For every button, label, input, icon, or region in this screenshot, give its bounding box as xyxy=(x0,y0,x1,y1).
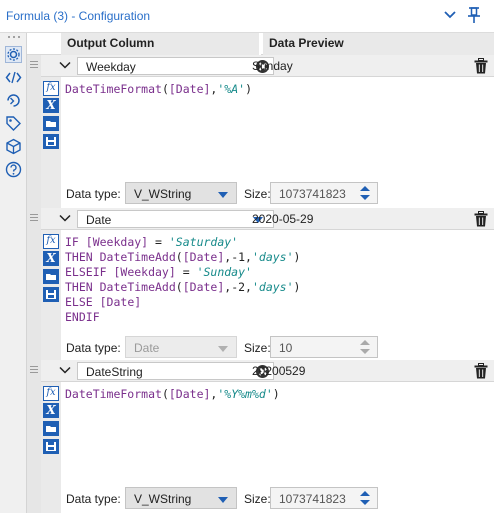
trash-icon[interactable] xyxy=(474,363,488,379)
collapse-chevron-icon[interactable] xyxy=(59,364,71,376)
data-preview-value: 2020-05-29 xyxy=(252,212,314,226)
data-preview-value: Sunday xyxy=(252,59,293,73)
output-column-field[interactable]: Weekday xyxy=(77,57,274,75)
output-column-value: DateString xyxy=(86,365,143,379)
folder-icon[interactable] xyxy=(43,421,59,436)
expression-editor[interactable]: DateTimeFormat([Date],'%A') xyxy=(65,82,252,97)
tool-column xyxy=(41,55,61,208)
data-type-value: V_WString xyxy=(134,187,192,201)
data-type-label: Data type: xyxy=(66,341,121,355)
expression-editor[interactable]: IF [Weekday] = 'Saturday' THEN DateTimeAd… xyxy=(65,235,300,325)
header-output-cell: Output Column xyxy=(61,33,261,55)
spin-buttons-icon[interactable] xyxy=(359,185,371,201)
formula-record: Weekday Sunday fx X DateTimeFormat([Date… xyxy=(27,55,494,208)
collapse-chevron-icon[interactable] xyxy=(59,212,71,224)
size-stepper[interactable]: 1073741823 xyxy=(270,487,378,509)
output-column-field[interactable]: DateString xyxy=(77,362,274,380)
size-value: 1073741823 xyxy=(279,187,346,201)
trash-icon[interactable] xyxy=(474,58,488,74)
data-type-dropdown[interactable]: V_WString xyxy=(125,182,237,204)
output-column-value: Date xyxy=(86,213,112,227)
workflow-icon[interactable] xyxy=(5,92,22,109)
header-data-preview: Data Preview xyxy=(269,36,344,50)
cube-icon[interactable] xyxy=(5,138,22,155)
formula-grid: Output Column Data Preview Weekday Sunda… xyxy=(27,33,494,513)
expression-line: ENDIF xyxy=(65,310,100,324)
code-icon[interactable] xyxy=(5,69,22,86)
folder-icon[interactable] xyxy=(43,116,59,131)
more-dots-icon xyxy=(8,36,20,38)
drag-handle[interactable] xyxy=(27,208,41,363)
header-preview-cell: Data Preview xyxy=(263,33,494,55)
dropdown-arrow-icon xyxy=(218,192,228,198)
expression-line: ELSE [Date] xyxy=(65,295,142,309)
dropdown-arrow-icon xyxy=(218,497,228,503)
window-title: Formula (3) - Configuration xyxy=(6,9,151,23)
data-type-row: Data type: V_WString Size: 1073741823 xyxy=(61,485,494,511)
variables-button[interactable]: X xyxy=(43,403,59,418)
expression-line: DateTimeFormat([Date],'%Y%m%d') xyxy=(65,387,280,401)
formula-record: DateString 20200529 fx X DateTimeFormat(… xyxy=(27,360,494,513)
drag-handle[interactable] xyxy=(27,55,41,208)
record-header: Date 2020-05-29 xyxy=(41,208,494,230)
fx-function-button[interactable]: fx xyxy=(43,234,59,249)
trash-icon[interactable] xyxy=(474,211,488,227)
save-icon[interactable] xyxy=(43,287,59,302)
folder-icon[interactable] xyxy=(43,269,59,284)
help-icon[interactable] xyxy=(5,161,22,178)
gear-icon[interactable] xyxy=(5,46,22,63)
size-label: Size: xyxy=(244,187,271,201)
chevron-down-icon[interactable] xyxy=(442,7,458,23)
data-type-label: Data type: xyxy=(66,187,121,201)
variables-button[interactable]: X xyxy=(43,251,59,266)
record-header: Weekday Sunday xyxy=(41,55,494,77)
size-value: 1073741823 xyxy=(279,492,346,506)
size-stepper[interactable]: 1073741823 xyxy=(270,182,378,204)
variables-button[interactable]: X xyxy=(43,98,59,113)
title-bar: Formula (3) - Configuration xyxy=(0,0,494,33)
expression-line: ELSEIF [Weekday] = 'Sunday' xyxy=(65,265,252,279)
save-icon[interactable] xyxy=(43,439,59,454)
record-header: DateString 20200529 xyxy=(41,360,494,382)
expression-line: THEN DateTimeAdd([Date],-2,'days') xyxy=(65,280,301,294)
data-type-dropdown[interactable]: V_WString xyxy=(125,487,237,509)
size-label: Size: xyxy=(244,341,271,355)
fx-function-button[interactable]: fx xyxy=(43,386,59,401)
output-column-value: Weekday xyxy=(86,60,136,74)
size-value: 10 xyxy=(279,341,293,355)
spin-buttons-icon[interactable] xyxy=(359,339,371,355)
header-output-column: Output Column xyxy=(67,36,155,50)
expression-line: IF [Weekday] = 'Saturday' xyxy=(65,235,239,249)
spin-buttons-icon[interactable] xyxy=(359,490,371,506)
sidebar xyxy=(0,33,27,513)
size-label: Size: xyxy=(244,492,271,506)
size-stepper[interactable]: 10 xyxy=(270,336,378,358)
tag-icon[interactable] xyxy=(5,115,22,132)
data-type-label: Data type: xyxy=(66,492,121,506)
expression-line: DateTimeFormat([Date],'%A') xyxy=(65,82,252,96)
output-column-dropdown[interactable]: Date xyxy=(77,210,274,228)
drag-handle[interactable] xyxy=(27,360,41,513)
expression-editor[interactable]: DateTimeFormat([Date],'%Y%m%d') xyxy=(65,387,280,402)
grid-header: Output Column Data Preview xyxy=(27,33,494,55)
tool-column xyxy=(41,208,61,363)
data-type-row: Data type: Date Size: 10 xyxy=(61,334,494,360)
tool-column xyxy=(41,360,61,513)
data-type-value: V_WString xyxy=(134,492,192,506)
data-type-dropdown[interactable]: Date xyxy=(125,336,237,358)
save-icon[interactable] xyxy=(43,134,59,149)
formula-record: Date 2020-05-29 fx X IF [Weekday] = 'Sat… xyxy=(27,208,494,363)
fx-function-button[interactable]: fx xyxy=(43,81,59,96)
data-preview-value: 20200529 xyxy=(252,364,306,378)
pin-icon[interactable] xyxy=(466,6,482,24)
expression-line: THEN DateTimeAdd([Date],-1,'days') xyxy=(65,250,301,264)
dropdown-arrow-icon xyxy=(218,346,228,352)
collapse-chevron-icon[interactable] xyxy=(59,59,71,71)
data-type-value: Date xyxy=(134,341,160,355)
data-type-row: Data type: V_WString Size: 1073741823 xyxy=(61,180,494,206)
